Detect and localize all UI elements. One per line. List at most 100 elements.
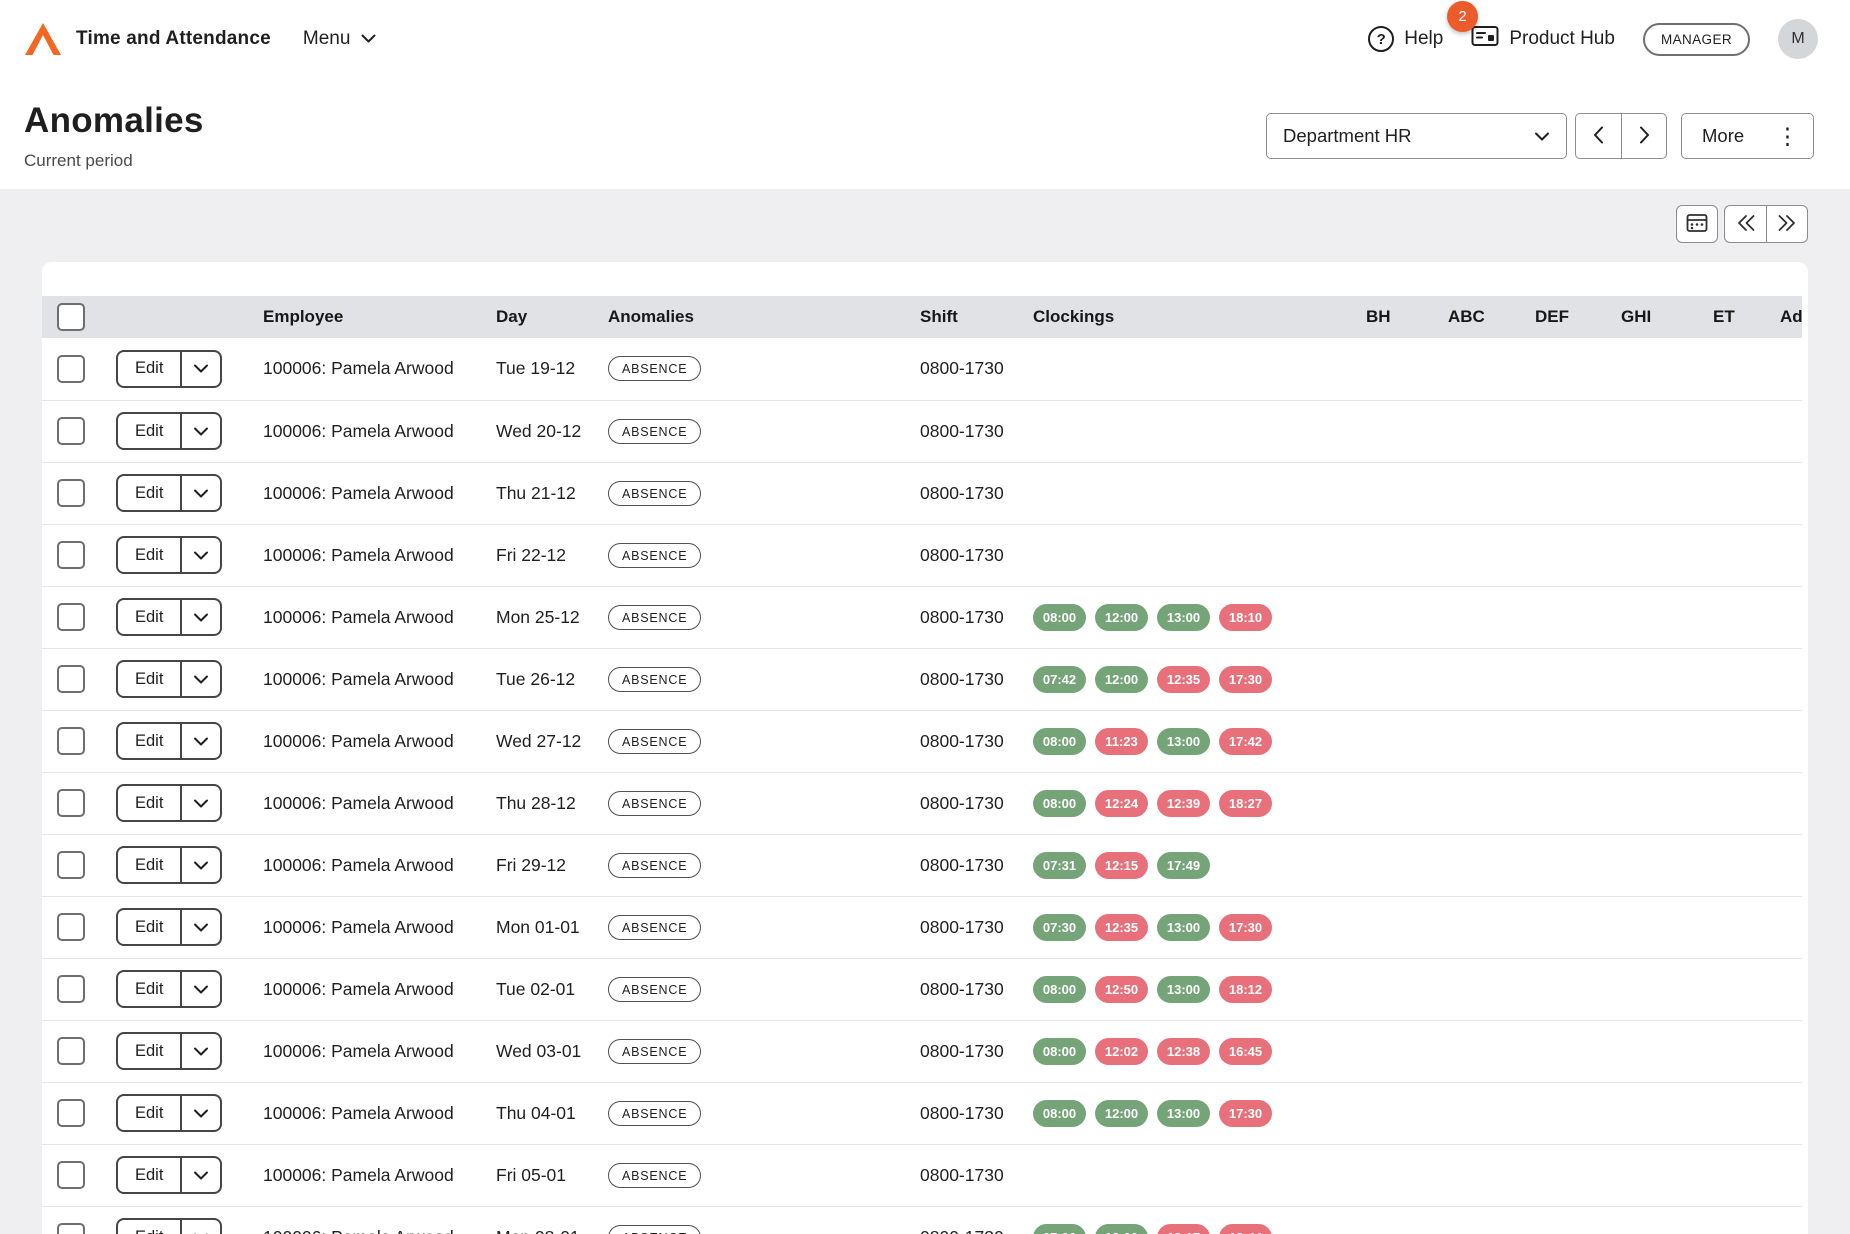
clocking-pill[interactable]: 08:00 xyxy=(1033,1038,1086,1065)
edit-button[interactable]: Edit xyxy=(116,412,222,450)
select-all-checkbox[interactable] xyxy=(57,303,85,331)
edit-button[interactable]: Edit xyxy=(116,474,222,512)
edit-dropdown-toggle[interactable] xyxy=(180,972,220,1006)
edit-button[interactable]: Edit xyxy=(116,970,222,1008)
edit-button-label[interactable]: Edit xyxy=(118,414,180,448)
clocking-pill[interactable]: 12:50 xyxy=(1095,976,1148,1003)
row-checkbox[interactable] xyxy=(57,1223,85,1234)
row-checkbox[interactable] xyxy=(57,541,85,569)
help-button[interactable]: ? Help xyxy=(1368,26,1443,52)
edit-button-label[interactable]: Edit xyxy=(118,972,180,1006)
clocking-pill[interactable]: 18:12 xyxy=(1219,976,1272,1003)
edit-button-label[interactable]: Edit xyxy=(118,1158,180,1192)
edit-dropdown-toggle[interactable] xyxy=(180,600,220,634)
edit-button-label[interactable]: Edit xyxy=(118,538,180,572)
edit-button[interactable]: Edit xyxy=(116,1218,222,1234)
edit-button-label[interactable]: Edit xyxy=(118,1034,180,1068)
department-select[interactable]: Department HR xyxy=(1266,113,1567,159)
clocking-pill[interactable]: 17:42 xyxy=(1219,728,1272,755)
avatar[interactable]: M xyxy=(1778,19,1818,59)
edit-dropdown-toggle[interactable] xyxy=(180,538,220,572)
edit-button-label[interactable]: Edit xyxy=(118,600,180,634)
clocking-pill[interactable]: 12:00 xyxy=(1095,666,1148,693)
row-checkbox[interactable] xyxy=(57,1161,85,1189)
edit-dropdown-toggle[interactable] xyxy=(180,1034,220,1068)
edit-dropdown-toggle[interactable] xyxy=(180,1158,220,1192)
clocking-pill[interactable]: 17:49 xyxy=(1157,852,1210,879)
table-view-button[interactable] xyxy=(1676,205,1718,243)
edit-button[interactable]: Edit xyxy=(116,350,222,388)
edit-button-label[interactable]: Edit xyxy=(118,352,180,386)
clocking-pill[interactable]: 12:02 xyxy=(1095,1038,1148,1065)
clocking-pill[interactable]: 12:39 xyxy=(1157,790,1210,817)
row-checkbox[interactable] xyxy=(57,1099,85,1127)
clocking-pill[interactable]: 12:00 xyxy=(1095,1224,1148,1234)
clocking-pill[interactable]: 13:00 xyxy=(1157,604,1210,631)
edit-dropdown-toggle[interactable] xyxy=(180,1096,220,1130)
edit-button-label[interactable]: Edit xyxy=(118,848,180,882)
clocking-pill[interactable]: 17:30 xyxy=(1219,1100,1272,1127)
clocking-pill[interactable]: 12:24 xyxy=(1095,790,1148,817)
clocking-pill[interactable]: 13:44 xyxy=(1219,1224,1272,1234)
clocking-pill[interactable]: 17:30 xyxy=(1219,914,1272,941)
first-page-button[interactable] xyxy=(1724,205,1766,243)
clocking-pill[interactable]: 13:00 xyxy=(1157,728,1210,755)
row-checkbox[interactable] xyxy=(57,603,85,631)
edit-dropdown-toggle[interactable] xyxy=(180,662,220,696)
role-badge[interactable]: MANAGER xyxy=(1643,23,1750,56)
clocking-pill[interactable]: 08:00 xyxy=(1033,728,1086,755)
row-checkbox[interactable] xyxy=(57,479,85,507)
clocking-pill[interactable]: 08:00 xyxy=(1033,604,1086,631)
edit-button[interactable]: Edit xyxy=(116,1094,222,1132)
edit-button[interactable]: Edit xyxy=(116,536,222,574)
clocking-pill[interactable]: 12:38 xyxy=(1157,1038,1210,1065)
clocking-pill[interactable]: 16:45 xyxy=(1219,1038,1272,1065)
clocking-pill[interactable]: 12:35 xyxy=(1095,914,1148,941)
clocking-pill[interactable]: 13:00 xyxy=(1157,1100,1210,1127)
notification-badge[interactable]: 2 xyxy=(1447,1,1478,32)
clocking-pill[interactable]: 08:00 xyxy=(1033,976,1086,1003)
last-page-button[interactable] xyxy=(1766,205,1808,243)
edit-dropdown-toggle[interactable] xyxy=(180,414,220,448)
edit-button-label[interactable]: Edit xyxy=(118,1220,180,1234)
edit-button-label[interactable]: Edit xyxy=(118,724,180,758)
edit-button-label[interactable]: Edit xyxy=(118,910,180,944)
row-checkbox[interactable] xyxy=(57,1037,85,1065)
edit-button-label[interactable]: Edit xyxy=(118,786,180,820)
row-checkbox[interactable] xyxy=(57,789,85,817)
menu-button[interactable]: Menu xyxy=(303,28,377,50)
row-checkbox[interactable] xyxy=(57,665,85,693)
product-hub-button[interactable]: Product Hub xyxy=(1471,24,1615,54)
edit-button[interactable]: Edit xyxy=(116,1032,222,1070)
next-period-button[interactable] xyxy=(1621,113,1667,159)
clocking-pill[interactable]: 07:06 xyxy=(1033,1224,1086,1234)
clocking-pill[interactable]: 11:23 xyxy=(1095,728,1148,755)
clocking-pill[interactable]: 13:17 xyxy=(1157,1224,1210,1234)
edit-button[interactable]: Edit xyxy=(116,660,222,698)
row-checkbox[interactable] xyxy=(57,851,85,879)
edit-dropdown-toggle[interactable] xyxy=(180,848,220,882)
clocking-pill[interactable]: 12:00 xyxy=(1095,1100,1148,1127)
app-logo-icon[interactable] xyxy=(24,22,62,56)
row-checkbox[interactable] xyxy=(57,417,85,445)
clocking-pill[interactable]: 13:00 xyxy=(1157,976,1210,1003)
clocking-pill[interactable]: 12:15 xyxy=(1095,852,1148,879)
edit-button[interactable]: Edit xyxy=(116,846,222,884)
edit-button[interactable]: Edit xyxy=(116,908,222,946)
clocking-pill[interactable]: 12:35 xyxy=(1157,666,1210,693)
edit-button[interactable]: Edit xyxy=(116,598,222,636)
edit-button[interactable]: Edit xyxy=(116,784,222,822)
clocking-pill[interactable]: 08:00 xyxy=(1033,1100,1086,1127)
edit-dropdown-toggle[interactable] xyxy=(180,352,220,386)
edit-dropdown-toggle[interactable] xyxy=(180,724,220,758)
edit-button-label[interactable]: Edit xyxy=(118,662,180,696)
edit-button-label[interactable]: Edit xyxy=(118,476,180,510)
edit-button[interactable]: Edit xyxy=(116,1156,222,1194)
edit-dropdown-toggle[interactable] xyxy=(180,786,220,820)
clocking-pill[interactable]: 18:27 xyxy=(1219,790,1272,817)
clocking-pill[interactable]: 08:00 xyxy=(1033,790,1086,817)
clocking-pill[interactable]: 07:30 xyxy=(1033,914,1086,941)
clocking-pill[interactable]: 07:31 xyxy=(1033,852,1086,879)
edit-dropdown-toggle[interactable] xyxy=(180,476,220,510)
clocking-pill[interactable]: 18:10 xyxy=(1219,604,1272,631)
